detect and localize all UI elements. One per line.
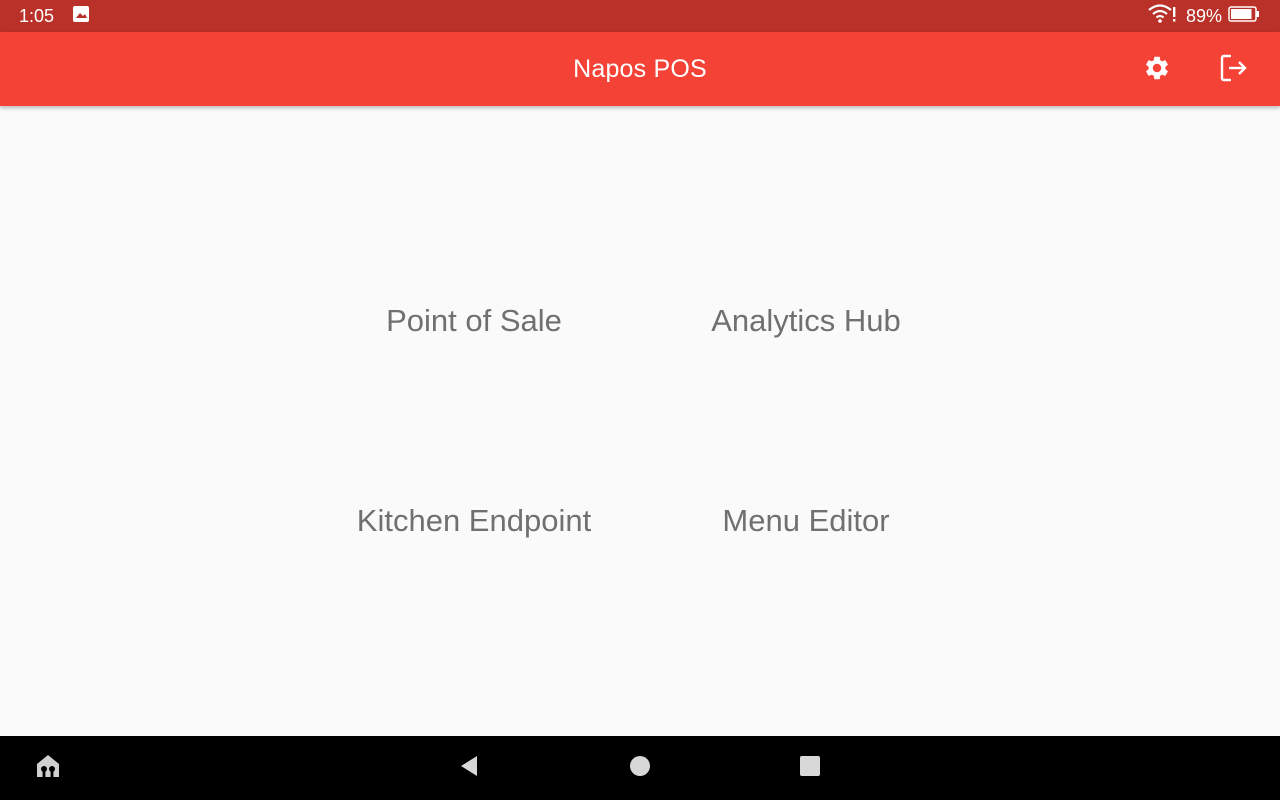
main-menu: Point of Sale Analytics Hub Kitchen Endp…	[0, 106, 1280, 736]
wifi-alert-icon	[1148, 3, 1176, 29]
status-time: 1:05	[19, 5, 55, 26]
menu-item-label: Kitchen Endpoint	[356, 503, 592, 538]
system-nav-bar	[0, 736, 1280, 800]
recents-button[interactable]	[790, 748, 830, 788]
battery-percent: 89%	[1185, 5, 1222, 26]
menu-item-label: Menu Editor	[722, 503, 890, 538]
menu-item-label: Analytics Hub	[711, 303, 901, 338]
menu-item-point-of-sale[interactable]: Point of Sale	[314, 281, 634, 361]
back-button[interactable]	[449, 748, 489, 788]
home-button[interactable]	[620, 748, 660, 788]
settings-button[interactable]	[1137, 50, 1177, 90]
menu-item-menu-editor[interactable]: Menu Editor	[646, 481, 966, 561]
home-icon	[628, 754, 652, 783]
status-bar: 1:05 89%	[0, 0, 1280, 32]
battery-icon	[1228, 5, 1260, 27]
app-title: Napos POS	[573, 54, 707, 83]
logout-icon	[1219, 53, 1249, 88]
back-icon	[457, 754, 481, 783]
menu-item-analytics-hub[interactable]: Analytics Hub	[646, 281, 966, 361]
menu-item-kitchen-endpoint[interactable]: Kitchen Endpoint	[314, 481, 634, 561]
menu-item-label: Point of Sale	[386, 303, 562, 338]
status-right: 89%	[1148, 3, 1260, 29]
logout-button[interactable]	[1214, 50, 1254, 90]
home-shortcut-button[interactable]	[28, 748, 68, 788]
recents-icon	[798, 754, 822, 783]
home-shortcut-icon	[33, 751, 63, 786]
settings-icon	[1143, 54, 1171, 87]
app-bar: Napos POS	[0, 32, 1280, 106]
image-icon	[72, 5, 90, 28]
status-left: 1:05	[19, 5, 90, 28]
